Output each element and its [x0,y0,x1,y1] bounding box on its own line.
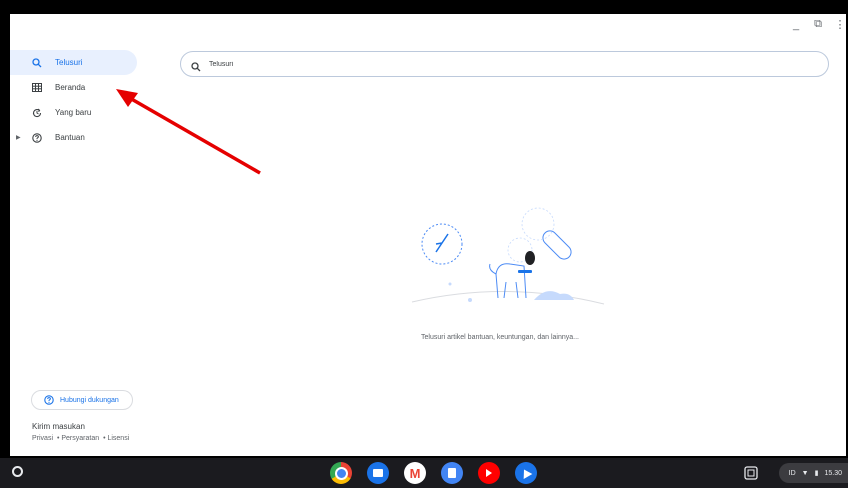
restore-button[interactable]: ⧉ [812,18,824,31]
explore-app-window: _ ⧉ ⋮ Telusuri Beranda Yang baru ▶ Bantu… [8,12,848,458]
caret-right-icon[interactable]: ▶ [16,134,21,141]
licenses-link[interactable]: • Lisensi [103,435,129,442]
clock: 15.30 [824,469,842,477]
contact-support-button[interactable]: Hubungi dukungan [31,390,133,410]
screen-capture-icon[interactable] [744,466,758,480]
battery-icon: ▮ [814,470,819,477]
youtube-icon[interactable] [478,462,500,484]
sidebar-item-label: Beranda [55,83,86,92]
sidebar-item-label: Yang baru [55,108,92,117]
wifi-icon: ▼ [801,469,809,477]
window-controls: _ ⧉ ⋮ [790,18,846,31]
launcher-icon[interactable] [12,466,23,477]
search-bar[interactable] [180,51,829,77]
gmail-icon[interactable]: M [404,462,426,484]
sidebar-item-label: Telusuri [55,58,83,67]
shelf: M ID ▼ ▮ 15.30 [0,458,848,488]
shelf-apps: M [330,462,537,484]
status-tray[interactable]: ID ▼ ▮ 15.30 [778,463,848,483]
more-button[interactable]: ⋮ [834,18,846,31]
docs-icon[interactable] [441,462,463,484]
send-feedback-link[interactable]: Kirim masukan [32,422,85,431]
update-icon [31,107,43,119]
minimize-button[interactable]: _ [790,19,802,31]
help-icon [31,132,43,144]
terms-link[interactable]: • Persyaratan [57,435,99,442]
support-button-label: Hubungi dukungan [60,396,119,404]
annotation-arrow [116,89,261,175]
grid-icon [31,82,43,94]
ime-indicator: ID [788,469,796,477]
sidebar-item-telusuri[interactable]: Telusuri [10,50,137,75]
empty-state-text: Telusuri artikel bantuan, keuntungan, da… [421,334,579,341]
empty-state-illustration [411,207,605,305]
chrome-icon[interactable] [330,462,352,484]
privacy-link[interactable]: Privasi [32,435,53,442]
search-icon [191,59,201,72]
search-icon [31,57,43,69]
pointer-icon[interactable] [515,462,537,484]
search-input[interactable] [209,60,809,68]
help-icon [44,395,54,405]
legal-links: Privasi • Persyaratan • Lisensi [32,435,131,442]
files-icon[interactable] [367,462,389,484]
sidebar-item-label: Bantuan [55,133,85,142]
